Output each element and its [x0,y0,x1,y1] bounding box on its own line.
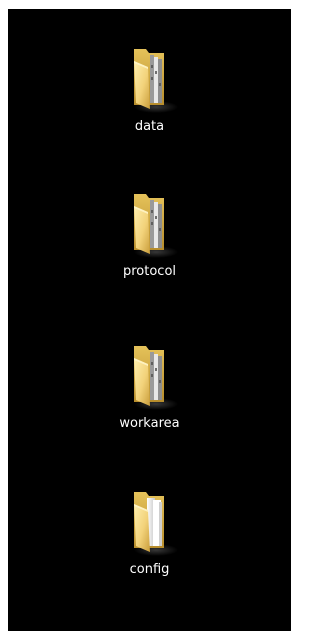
desktop-icon-workarea[interactable]: workarea [105,340,195,432]
folder-with-documents-icon [133,49,178,113]
folder-with-documents-icon [133,346,178,410]
desktop: data protocol workarea config [8,9,291,631]
desktop-icon-config[interactable]: config [105,486,195,578]
desktop-icon-protocol[interactable]: protocol [105,188,195,280]
desktop-icon-label: data [134,119,165,134]
desktop-icon-data[interactable]: data [105,43,195,135]
folder-with-white-pages-icon [133,492,178,556]
desktop-icon-label: config [129,562,170,577]
folder-with-documents-icon [133,194,178,258]
desktop-icon-label: workarea [119,416,180,431]
desktop-icon-label: protocol [122,264,177,279]
